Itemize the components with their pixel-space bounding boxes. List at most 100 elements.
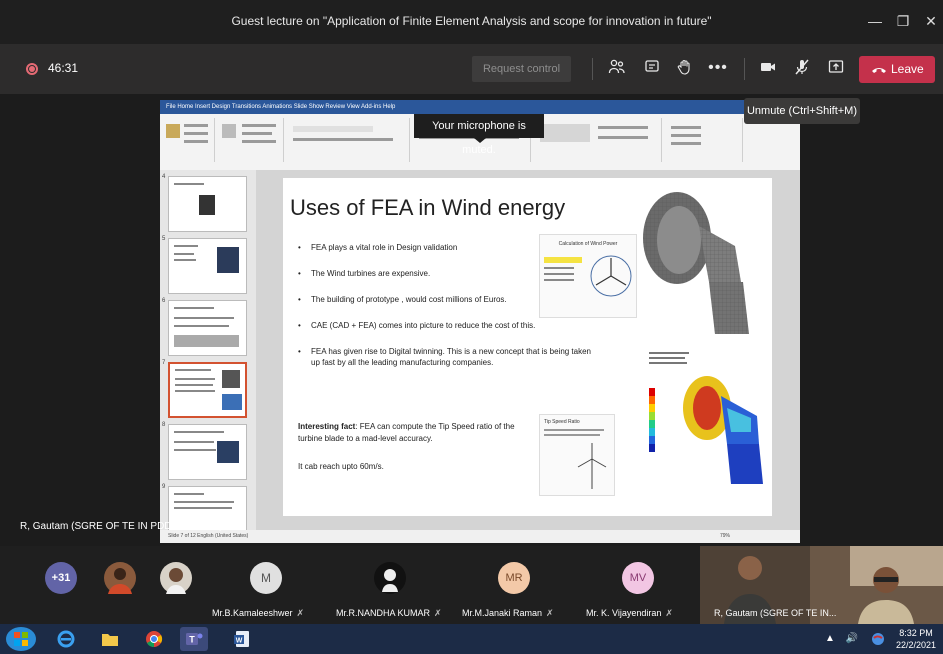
participant-name: Mr.B.Kamaleeshwer ✗ bbox=[212, 608, 304, 619]
mic-muted-icon: ✗ bbox=[434, 608, 442, 618]
participant-avatar-initials[interactable]: MR bbox=[498, 562, 530, 594]
slide-title: Uses of FEA in Wind energy bbox=[290, 195, 566, 220]
current-slide: Uses of FEA in Wind energy FEA plays a v… bbox=[283, 178, 772, 516]
mic-muted-icon: ✗ bbox=[665, 608, 673, 618]
nacelle-mesh-render bbox=[643, 192, 749, 334]
ribbon-group-editing bbox=[663, 118, 743, 162]
slide-thumbnail[interactable] bbox=[168, 238, 247, 294]
presenter-name: R, Gautam (SGRE OF TE IN PDDD GEN AN) bbox=[20, 521, 223, 532]
leave-label: Leave bbox=[891, 62, 924, 76]
turbine-diagram bbox=[590, 255, 632, 297]
wind-power-caption: Calculation of Wind Power bbox=[558, 241, 618, 247]
language-icon[interactable] bbox=[868, 627, 888, 651]
mic-muted-icon: ✗ bbox=[546, 608, 554, 618]
shared-powerpoint-window: File Home Insert Design Transitions Anim… bbox=[160, 100, 800, 543]
leave-button[interactable]: Leave bbox=[859, 56, 935, 83]
request-control-button[interactable]: Request control bbox=[472, 56, 571, 82]
divider bbox=[592, 58, 593, 80]
thumbnail-number: 4 bbox=[162, 174, 166, 180]
word-icon[interactable]: W bbox=[228, 627, 256, 651]
slide-thumbnail-pane: 4 5 6 7 8 9 bbox=[160, 170, 256, 542]
ribbon-group-clipboard bbox=[160, 118, 215, 162]
participant-name-text: Mr.M.Janaki Raman bbox=[462, 608, 543, 618]
slide-thumbnail[interactable] bbox=[168, 176, 247, 232]
slide-bullet: FEA has given rise to Digital twinning. … bbox=[298, 346, 598, 368]
thumbnail-number: 9 bbox=[162, 484, 166, 490]
recording-icon bbox=[26, 63, 38, 75]
presenter-video-feed[interactable]: R, Gautam (SGRE OF TE IN... bbox=[700, 546, 943, 624]
stress-contour-render bbox=[649, 352, 763, 484]
title-bar: Guest lecture on "Application of Finite … bbox=[0, 0, 943, 44]
participant-avatar-photo[interactable] bbox=[104, 562, 136, 594]
meeting-timer: 46:31 bbox=[48, 61, 79, 75]
tip-speed-figure: Tip Speed Ratio bbox=[539, 414, 615, 496]
microphone-muted-notice: Your microphone is muted. bbox=[414, 114, 544, 156]
participant-name: Mr.R.NANDHA KUMAR ✗ bbox=[336, 608, 442, 619]
windows-taskbar: T W ▲ 🔊 8:32 PM 22/2/2021 bbox=[0, 624, 943, 654]
window-title: Guest lecture on "Application of Finite … bbox=[231, 14, 712, 28]
ribbon-group-slides bbox=[216, 118, 284, 162]
network-icon[interactable]: ▲ bbox=[820, 627, 840, 651]
chrome-icon[interactable] bbox=[140, 627, 168, 651]
share-tray-icon[interactable] bbox=[826, 58, 846, 78]
participant-avatar-photo[interactable] bbox=[160, 562, 192, 594]
participant-name: Mr.M.Janaki Raman ✗ bbox=[462, 608, 554, 619]
thumbnail-number: 5 bbox=[162, 236, 166, 242]
svg-text:W: W bbox=[236, 638, 243, 645]
slide-bullet: CAE (CAD + FEA) comes into picture to re… bbox=[298, 320, 598, 331]
meeting-controls: 46:31 Request control ••• Leave bbox=[0, 44, 943, 94]
fact-label: Interesting fact bbox=[298, 422, 356, 431]
internet-explorer-icon[interactable] bbox=[52, 627, 80, 651]
chat-icon[interactable] bbox=[642, 58, 662, 78]
participant-name: R, Gautam (SGRE OF TE IN... bbox=[714, 608, 837, 618]
wind-power-figure: Calculation of Wind Power bbox=[539, 234, 637, 318]
clock-date: 22/2/2021 bbox=[896, 640, 937, 650]
participant-name-text: Mr.B.Kamaleeshwer bbox=[212, 608, 293, 618]
participant-avatar-initials[interactable]: M bbox=[250, 562, 282, 594]
participant-avatar-initials[interactable]: MV bbox=[622, 562, 654, 594]
participant-name-text: Mr.R.NANDHA KUMAR bbox=[336, 608, 431, 618]
participants-icon[interactable] bbox=[607, 58, 627, 78]
minimize-button[interactable]: — bbox=[862, 10, 888, 32]
thumbnail-number: 7 bbox=[162, 360, 166, 366]
tip-speed-caption: Tip Speed Ratio bbox=[544, 419, 580, 425]
participant-strip: +31 M Mr.B.Kamaleeshwer ✗ Mr.R.NANDHA KUM… bbox=[0, 546, 943, 624]
zoom-level: 79% bbox=[720, 533, 731, 539]
taskbar-clock[interactable]: 8:32 PM 22/2/2021 bbox=[896, 627, 936, 651]
maximize-button[interactable]: ❐ bbox=[890, 10, 916, 32]
mic-off-icon[interactable] bbox=[792, 58, 812, 78]
volume-icon[interactable]: 🔊 bbox=[842, 627, 862, 651]
slide-thumbnail[interactable] bbox=[168, 424, 247, 480]
close-button[interactable]: ✕ bbox=[918, 10, 943, 32]
ribbon-group-font bbox=[285, 118, 410, 162]
interesting-fact: Interesting fact: FEA can compute the Ti… bbox=[298, 421, 528, 445]
start-icon[interactable] bbox=[6, 627, 36, 651]
file-explorer-icon[interactable] bbox=[96, 627, 124, 651]
more-participants-badge[interactable]: +31 bbox=[45, 562, 77, 594]
shared-screen-stage: File Home Insert Design Transitions Anim… bbox=[0, 94, 943, 546]
divider bbox=[744, 58, 745, 80]
camera-icon[interactable] bbox=[758, 58, 778, 78]
more-options-icon[interactable]: ••• bbox=[708, 58, 728, 78]
mic-muted-icon: ✗ bbox=[296, 608, 305, 618]
clock-time: 8:32 PM bbox=[899, 628, 933, 638]
unmute-tooltip: Unmute (Ctrl+Shift+M) bbox=[744, 98, 860, 124]
powerpoint-status-bar: Slide 7 of 12 English (United States) 79… bbox=[160, 530, 800, 543]
participant-avatar-photo[interactable] bbox=[374, 562, 406, 594]
slide-canvas: Uses of FEA in Wind energy FEA plays a v… bbox=[256, 170, 800, 530]
status-text: Slide 7 of 12 English (United States) bbox=[168, 533, 249, 539]
ribbon-tabs: File Home Insert Design Transitions Anim… bbox=[160, 100, 800, 114]
thumbnail-number: 6 bbox=[162, 298, 166, 304]
ribbon-group-drawing bbox=[532, 118, 662, 162]
teams-icon[interactable]: T bbox=[180, 627, 208, 651]
thumbnail-number: 8 bbox=[162, 422, 166, 428]
svg-text:T: T bbox=[189, 635, 195, 645]
phone-icon bbox=[871, 56, 887, 93]
participant-name-text: Mr. K. Vijayendiran bbox=[586, 608, 662, 618]
raise-hand-icon[interactable] bbox=[675, 58, 695, 78]
teams-meeting-window: Guest lecture on "Application of Finite … bbox=[0, 0, 943, 654]
slide-thumbnail[interactable] bbox=[168, 300, 247, 356]
fact-speed: It cab reach upto 60m/s. bbox=[298, 462, 384, 471]
participant-name: Mr. K. Vijayendiran ✗ bbox=[586, 608, 673, 619]
slide-thumbnail-selected[interactable] bbox=[168, 362, 247, 418]
